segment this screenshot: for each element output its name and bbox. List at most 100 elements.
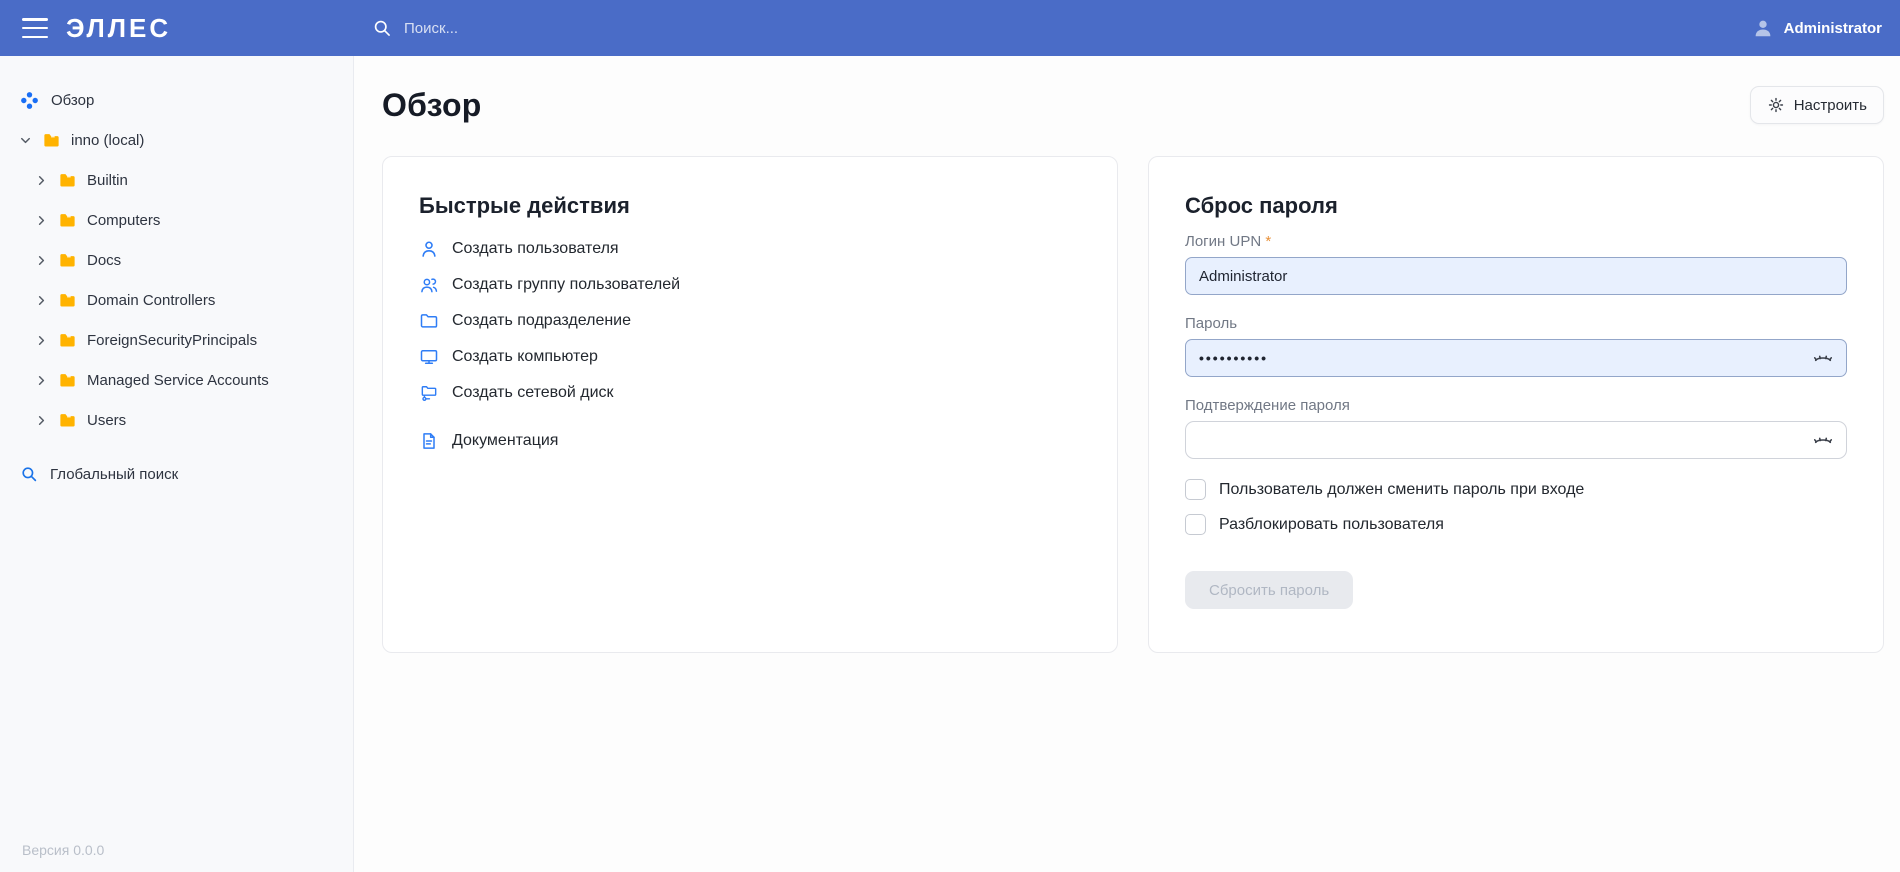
folder-icon [58, 331, 77, 350]
action-label: Документация [452, 432, 558, 450]
login-upn-input[interactable] [1185, 257, 1847, 295]
quick-actions-title: Быстрые действия [419, 193, 1081, 219]
password-field-wrap [1185, 339, 1847, 377]
checkbox-label: Разблокировать пользователя [1219, 516, 1444, 534]
tree-node-label: Managed Service Accounts [87, 372, 269, 389]
tree-node-managed-service-accounts[interactable]: Managed Service Accounts [0, 360, 353, 400]
checkbox-label: Пользователь должен сменить пароль при в… [1219, 481, 1584, 499]
unlock-user-checkbox[interactable] [1185, 514, 1206, 535]
tree-node-users[interactable]: Users [0, 400, 353, 440]
chevron-right-icon[interactable] [32, 211, 50, 229]
chevron-right-icon[interactable] [32, 411, 50, 429]
topbar-search [372, 18, 824, 38]
user-icon [1752, 17, 1774, 39]
sidebar: Обзор inno (local) Builtin Computers Doc… [0, 56, 354, 872]
layout: Обзор inno (local) Builtin Computers Doc… [0, 56, 1900, 872]
action-create-user[interactable]: Создать пользователя [419, 231, 1081, 267]
confirm-password-input[interactable] [1185, 421, 1847, 459]
tree-node-builtin[interactable]: Builtin [0, 160, 353, 200]
change-password-checkbox[interactable] [1185, 479, 1206, 500]
checkbox-row-unlock-user[interactable]: Разблокировать пользователя [1185, 514, 1847, 535]
document-icon [419, 431, 439, 451]
password-input[interactable] [1185, 339, 1847, 377]
menu-icon[interactable] [22, 18, 48, 38]
folder-icon [58, 251, 77, 270]
quick-actions-card: Быстрые действия Создать пользователя [382, 156, 1118, 653]
eye-closed-icon[interactable] [1812, 347, 1834, 369]
configure-button-label: Настроить [1794, 97, 1867, 114]
reset-password-button[interactable]: Сбросить пароль [1185, 571, 1353, 609]
folder-icon [58, 211, 77, 230]
action-label: Создать компьютер [452, 348, 598, 366]
network-drive-icon [419, 383, 439, 403]
chevron-right-icon[interactable] [32, 291, 50, 309]
folder-icon [58, 291, 77, 310]
checkbox-row-change-password[interactable]: Пользователь должен сменить пароль при в… [1185, 479, 1847, 500]
user-group-icon [419, 275, 439, 295]
folder-icon [58, 371, 77, 390]
chevron-down-icon[interactable] [16, 131, 34, 149]
password-reset-form: Логин UPN * Пароль [1185, 233, 1847, 609]
action-create-ou[interactable]: Создать подразделение [419, 303, 1081, 339]
page-title: Обзор [382, 87, 481, 124]
login-upn-field-wrap [1185, 257, 1847, 295]
confirm-password-label: Подтверждение пароля [1185, 397, 1847, 414]
action-label: Создать группу пользователей [452, 276, 680, 294]
search-icon [372, 18, 392, 38]
topbar-left: ЭЛЛЕС [0, 13, 354, 44]
tree-node-domain-controllers[interactable]: Domain Controllers [0, 280, 353, 320]
app-logo: ЭЛЛЕС [66, 13, 171, 44]
tree-node-label: Builtin [87, 172, 128, 189]
version-label: Версия 0.0.0 [22, 842, 104, 858]
password-reset-title: Сброс пароля [1185, 193, 1847, 219]
tree-node-label: inno (local) [71, 132, 144, 149]
action-label: Создать пользователя [452, 240, 619, 258]
user-menu[interactable]: Administrator [1752, 17, 1900, 39]
computer-icon [419, 347, 439, 367]
folder-icon [419, 311, 439, 331]
search-icon [20, 465, 38, 483]
quick-actions-list: Создать пользователя Создать группу поль… [419, 231, 1081, 459]
tree-node-label: Domain Controllers [87, 292, 215, 309]
cards-row: Быстрые действия Создать пользователя [382, 156, 1884, 653]
action-label: Создать сетевой диск [452, 384, 614, 402]
tree-node-foreign-security-principals[interactable]: ForeignSecurityPrincipals [0, 320, 353, 360]
password-label: Пароль [1185, 315, 1847, 332]
tree-node-label: Docs [87, 252, 121, 269]
main-content: Обзор Настроить Быстрые действия [354, 56, 1900, 872]
tree-node-label: Users [87, 412, 126, 429]
login-upn-label: Логин UPN * [1185, 233, 1847, 250]
search-input[interactable] [404, 20, 824, 37]
user-add-icon [419, 239, 439, 259]
action-create-network-drive[interactable]: Создать сетевой диск [419, 375, 1081, 411]
sidebar-item-overview[interactable]: Обзор [0, 80, 353, 120]
action-create-computer[interactable]: Создать компьютер [419, 339, 1081, 375]
confirm-password-field-wrap [1185, 421, 1847, 459]
action-create-group[interactable]: Создать группу пользователей [419, 267, 1081, 303]
main-header: Обзор Настроить [382, 86, 1884, 124]
configure-button[interactable]: Настроить [1750, 86, 1884, 124]
dashboard-dots-icon [20, 91, 39, 110]
folder-icon [42, 131, 61, 150]
eye-closed-icon[interactable] [1812, 429, 1834, 451]
chevron-right-icon[interactable] [32, 331, 50, 349]
gear-icon [1767, 96, 1785, 114]
chevron-right-icon[interactable] [32, 371, 50, 389]
password-reset-card: Сброс пароля Логин UPN * Пароль [1148, 156, 1884, 653]
folder-icon [58, 411, 77, 430]
username-label: Administrator [1784, 20, 1882, 37]
tree-node-computers[interactable]: Computers [0, 200, 353, 240]
tree-node-docs[interactable]: Docs [0, 240, 353, 280]
required-marker: * [1265, 233, 1271, 250]
tree-node-label: Computers [87, 212, 160, 229]
tree-node-domain[interactable]: inno (local) [0, 120, 353, 160]
sidebar-item-label: Обзор [51, 92, 94, 109]
action-label: Создать подразделение [452, 312, 631, 330]
tree-node-label: ForeignSecurityPrincipals [87, 332, 257, 349]
chevron-right-icon[interactable] [32, 171, 50, 189]
sidebar-item-global-search[interactable]: Глобальный поиск [0, 454, 353, 494]
chevron-right-icon[interactable] [32, 251, 50, 269]
action-documentation[interactable]: Документация [419, 423, 1081, 459]
topbar: ЭЛЛЕС Administrator [0, 0, 1900, 56]
sidebar-item-label: Глобальный поиск [50, 466, 178, 483]
